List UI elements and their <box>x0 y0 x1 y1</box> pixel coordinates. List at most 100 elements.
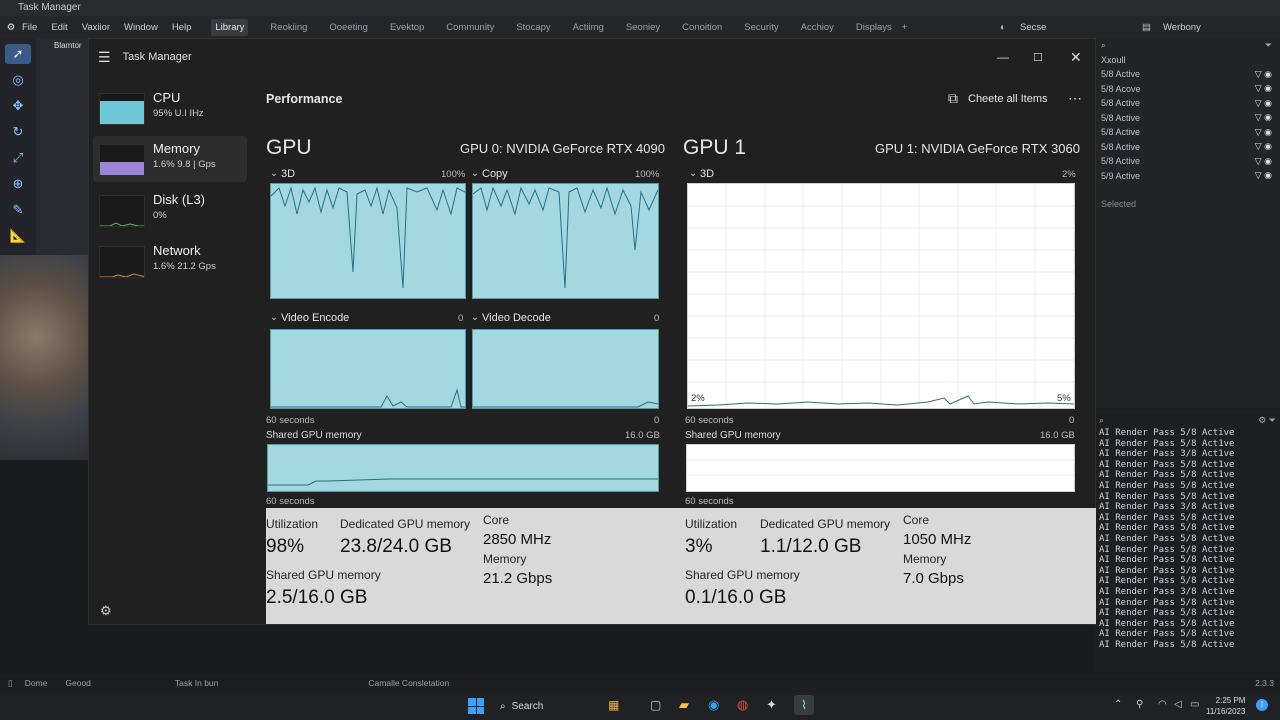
gpu0-graph-copy-label[interactable]: Copy <box>482 168 508 180</box>
console-options-icon[interactable]: ⚙ ⏷ <box>1258 415 1276 426</box>
rotate-tool-icon[interactable]: ↻ <box>5 122 31 142</box>
console-search-icon[interactable]: ⌕ <box>1099 415 1104 426</box>
more-options-icon[interactable]: ⋯ <box>1068 90 1082 107</box>
outliner-row[interactable]: 5/8 Active ▽ ◉ <box>1095 111 1280 126</box>
blender-icon[interactable]: ✦ <box>766 697 777 713</box>
tab-displays[interactable]: Displays <box>856 22 892 33</box>
chevron-down-icon[interactable]: ⌄ <box>270 312 278 323</box>
sidebar-item-cpu[interactable]: CPU 95% U.I IHz <box>93 85 247 131</box>
tab-library[interactable]: Library <box>211 18 249 36</box>
outliner-row[interactable]: 5/8 Active ▽ ◉ <box>1095 125 1280 140</box>
battery-icon[interactable]: ▭ <box>1190 699 1199 710</box>
chrome-icon[interactable]: ◍ <box>737 697 748 713</box>
memory-thumbnail <box>99 144 145 176</box>
volume-icon[interactable]: ◁ <box>1174 699 1182 710</box>
menu-file[interactable]: File <box>22 22 37 33</box>
minimize-icon[interactable]: — <box>997 50 1009 64</box>
tab-conoition[interactable]: Conoition <box>682 22 722 33</box>
outliner-search-icon[interactable]: ⌕ <box>1101 40 1106 51</box>
tab-community[interactable]: Community <box>446 22 494 33</box>
background-window-snippet: Blamtor <box>54 41 82 50</box>
outliner-row[interactable]: 5/8 Active ▽ ◉ <box>1095 140 1280 155</box>
outliner-footer: Selected <box>1101 199 1137 210</box>
add-tab-icon[interactable]: + <box>902 22 908 33</box>
console-line: AI Render Pass 3/8 Act1ve <box>1099 502 1235 513</box>
tab-security[interactable]: Security <box>744 22 778 33</box>
measure-tool-icon[interactable]: 📐 <box>5 226 31 246</box>
outliner-row[interactable]: 5/8 Active ▽ ◉ <box>1095 96 1280 111</box>
sidebar-item-disk[interactable]: Disk (L3) 0% <box>93 187 247 233</box>
tab-seoniey[interactable]: Seoniey <box>626 22 660 33</box>
cursor-tool-icon[interactable]: ◎ <box>5 70 31 90</box>
menu-vaxiior[interactable]: Vaxiior <box>82 22 110 33</box>
visibility-icon[interactable]: ▽ ◉ <box>1255 170 1272 181</box>
maximize-icon[interactable]: ☐ <box>1033 51 1043 64</box>
console-line: AI Render Pass 5/8 Active <box>1099 639 1235 650</box>
taskbar-search[interactable]: ⌕ Search <box>494 696 594 716</box>
run-task-icon[interactable]: ⧉ <box>948 90 958 107</box>
visibility-icon[interactable]: ▽ ◉ <box>1255 98 1272 109</box>
task-manager-window: ☰ Task Manager — ☐ ✕ CPU 95% U.I IHz Mem… <box>88 38 1096 625</box>
windows-taskbar: ⌕ Search ▦ ▢ ▰ ◉ ◍ ✦ ⌇ ⌃ ⚲ ◠ ◁ ▭ 2:25 PM… <box>0 692 1280 720</box>
wifi-icon[interactable]: ◠ <box>1158 699 1167 710</box>
widgets-icon[interactable]: ▦ <box>608 698 619 712</box>
outliner-row-label: 5/8 Acove <box>1101 83 1141 94</box>
gpu0-graph-encode-label[interactable]: Video Encode <box>281 312 349 324</box>
gpu1-shared-mem-value: 0.1/16.0 GB <box>685 587 787 608</box>
visibility-icon[interactable]: ▽ ◉ <box>1255 69 1272 80</box>
tab-reokiing[interactable]: Reokiing <box>270 22 307 33</box>
outliner-row[interactable]: 5/9 Active ▽ ◉ <box>1095 169 1280 184</box>
scene-label[interactable]: Secse <box>1020 22 1046 33</box>
task-view-icon[interactable]: ▢ <box>650 698 661 712</box>
tab-acchioy[interactable]: Acchioy <box>801 22 834 33</box>
outliner-filter-icon[interactable]: ⏷ <box>1265 40 1272 51</box>
visibility-icon[interactable]: ▽ ◉ <box>1255 127 1272 138</box>
close-icon[interactable]: ✕ <box>1070 49 1082 66</box>
background-titlebar: Task Manager <box>0 0 1280 16</box>
tab-ooeeting[interactable]: Ooeeting <box>329 22 368 33</box>
sidebar-item-network[interactable]: Network 1.6% 21.2 Gps <box>93 238 247 284</box>
tray-pin-icon[interactable]: ⚲ <box>1136 699 1143 710</box>
notification-icon[interactable]: i <box>1256 699 1268 711</box>
outliner-row-label: 5/8 Active <box>1101 127 1141 138</box>
chevron-down-icon[interactable]: ⌄ <box>471 168 479 179</box>
select-tool-icon[interactable]: ➚ <box>5 44 31 64</box>
visibility-icon[interactable]: ▽ ◉ <box>1255 112 1272 123</box>
gpu0-graph-decode-label[interactable]: Video Decode <box>482 312 551 324</box>
tab-evektop[interactable]: Evektop <box>390 22 424 33</box>
disk-thumbnail <box>99 195 145 227</box>
settings-gear-icon[interactable]: ⚙ <box>100 603 112 619</box>
gpu1-heading: GPU 1 <box>683 136 747 159</box>
menu-help[interactable]: Help <box>172 22 192 33</box>
visibility-icon[interactable]: ▽ ◉ <box>1255 141 1272 152</box>
gpu0-graph-3d-label[interactable]: 3D <box>281 168 295 180</box>
menu-window[interactable]: Window <box>124 22 158 33</box>
edge-icon[interactable]: ◉ <box>708 697 719 713</box>
hamburger-menu-icon[interactable]: ☰ <box>98 49 111 66</box>
tray-chevron-icon[interactable]: ⌃ <box>1114 699 1122 710</box>
sidebar-item-memory[interactable]: Memory 1.6% 9.8 | Gps <box>93 136 247 182</box>
annotate-tool-icon[interactable]: ✎ <box>5 200 31 220</box>
outliner-row[interactable]: 5/8 Active ▽ ◉ <box>1095 67 1280 82</box>
gpu1-graph-3d-max: 2% <box>1062 169 1076 180</box>
move-tool-icon[interactable]: ✥ <box>5 96 31 116</box>
header-action-button[interactable]: Cheete all Items <box>968 93 1047 105</box>
outliner-row[interactable]: 5/8 Active ▽ ◉ <box>1095 154 1280 169</box>
chevron-down-icon[interactable]: ⌄ <box>689 168 697 179</box>
view-layer-label[interactable]: Werbony <box>1163 22 1201 33</box>
visibility-icon[interactable]: ▽ ◉ <box>1255 156 1272 167</box>
file-explorer-icon[interactable]: ▰ <box>679 697 689 713</box>
tab-stocapy[interactable]: Stocapy <box>516 22 550 33</box>
chevron-down-icon[interactable]: ⌄ <box>270 168 278 179</box>
transform-tool-icon[interactable]: ⊕ <box>5 174 31 194</box>
task-manager-taskbar-icon[interactable]: ⌇ <box>794 695 814 715</box>
tab-actiimg[interactable]: Actiimg <box>573 22 604 33</box>
start-button[interactable] <box>468 698 484 714</box>
gpu1-graph-3d-label[interactable]: 3D <box>700 168 714 180</box>
outliner-row[interactable]: 5/8 Acove ▽ ◉ <box>1095 82 1280 97</box>
taskbar-clock[interactable]: 2:25 PM 11/16/2023 <box>1206 695 1245 717</box>
menu-edit[interactable]: Edit <box>51 22 67 33</box>
visibility-icon[interactable]: ▽ ◉ <box>1255 83 1272 94</box>
scale-tool-icon[interactable]: ⤢ <box>5 148 31 168</box>
chevron-down-icon[interactable]: ⌄ <box>471 312 479 323</box>
